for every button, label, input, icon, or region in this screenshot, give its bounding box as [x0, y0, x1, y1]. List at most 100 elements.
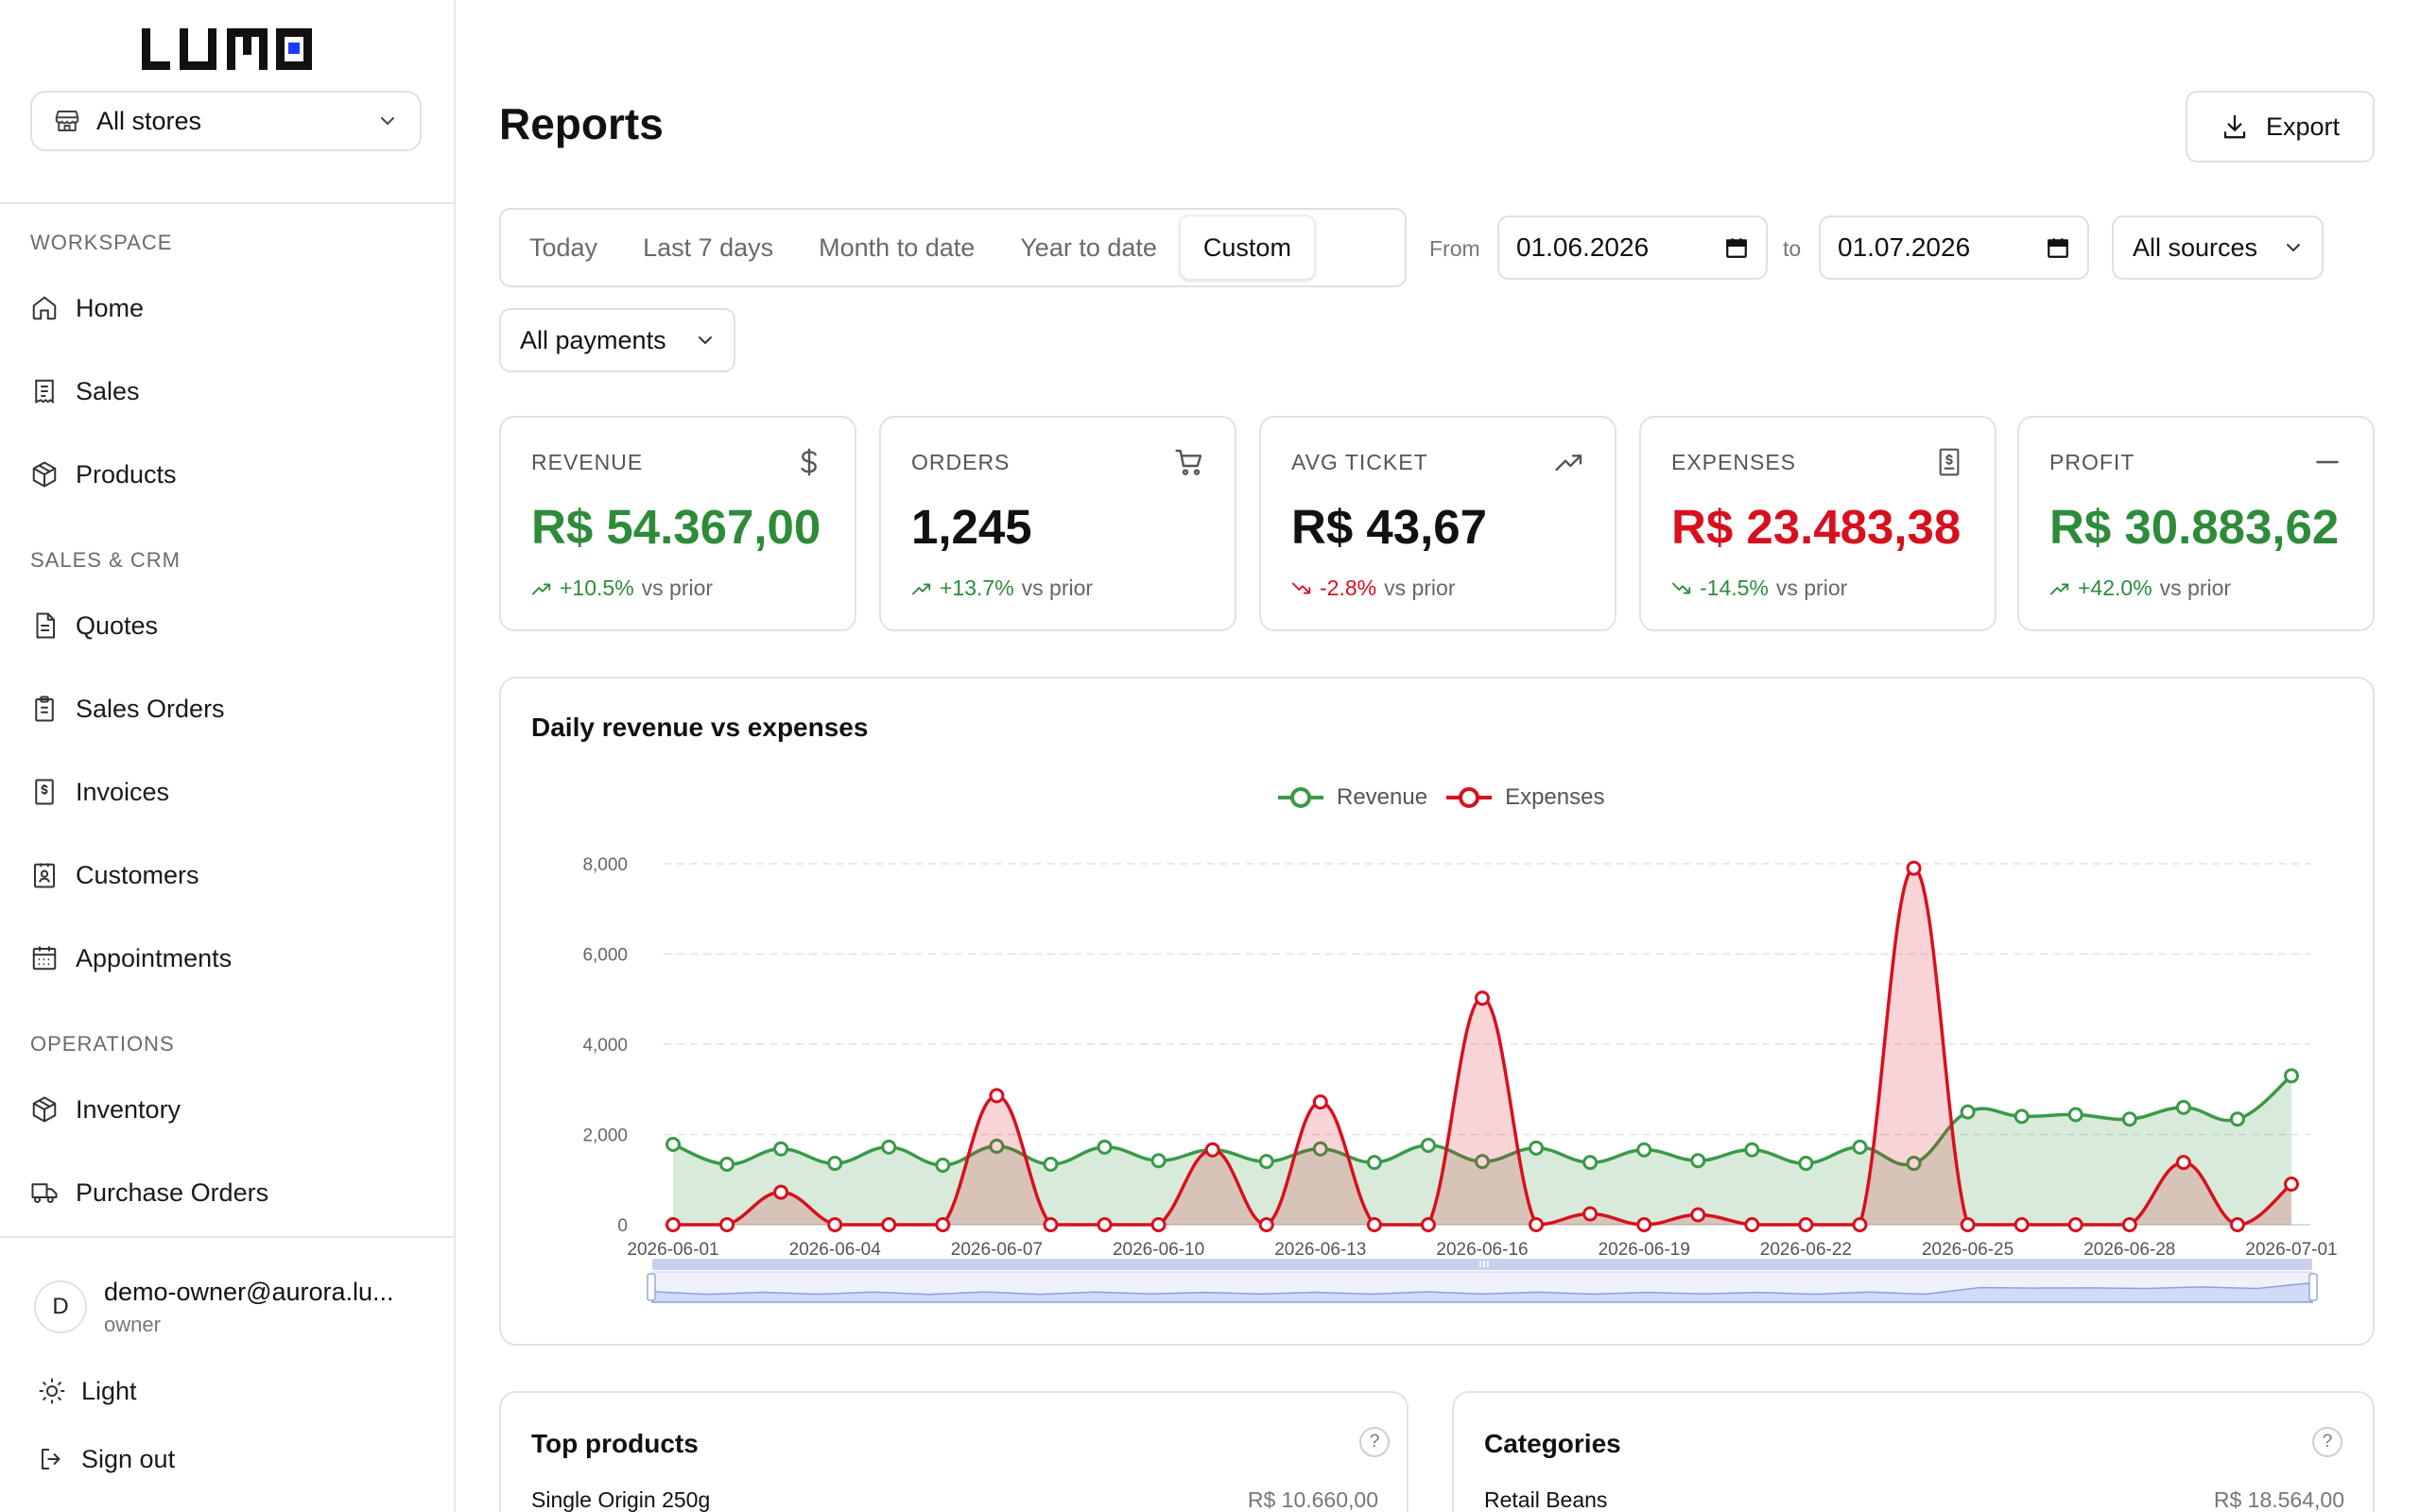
- theme-toggle-label: Light: [81, 1376, 137, 1405]
- expenses-point: [2121, 1217, 2137, 1232]
- sidebar: All stores WORKSPACE Home Sales Products…: [0, 0, 456, 1512]
- revenue-point: [2284, 1068, 2299, 1084]
- category-row-name: Retail Beans: [1484, 1487, 1608, 1512]
- range-custom[interactable]: Custom: [1179, 215, 1315, 280]
- sidebar-item-appointments[interactable]: Appointments: [30, 936, 427, 981]
- revenue-point: [666, 1137, 681, 1153]
- section-title-operations: OPERATIONS: [30, 1032, 175, 1056]
- sidebar-item-purchase-orders[interactable]: Purchase Orders: [30, 1170, 427, 1215]
- sign-out-label: Sign out: [81, 1444, 176, 1473]
- legend-item-expenses[interactable]: Expenses: [1444, 784, 1604, 811]
- sidebar-item-products[interactable]: Products: [30, 452, 427, 497]
- revenue-point: [1798, 1156, 1814, 1172]
- lumo-logo[interactable]: [142, 28, 312, 70]
- trend-up-icon: [531, 583, 551, 594]
- sidebar-item-label: Invoices: [76, 777, 170, 806]
- sidebar-item-sales-orders[interactable]: Sales Orders: [30, 686, 427, 731]
- payments-select-label: All payments: [520, 325, 666, 354]
- range-last-7-days[interactable]: Last 7 days: [620, 215, 796, 280]
- revenue-point: [1690, 1153, 1706, 1169]
- expenses-point: [1690, 1207, 1706, 1223]
- sidebar-item-label: Products: [76, 459, 177, 489]
- revenue-point: [1258, 1154, 1274, 1170]
- y-tick-label: 6,000: [582, 946, 628, 966]
- revenue-point: [1420, 1137, 1436, 1153]
- sidebar-item-customers[interactable]: Customers: [30, 852, 427, 898]
- kpi-label: EXPENSES: [1671, 449, 1796, 474]
- sidebar-item-sales[interactable]: Sales: [30, 369, 427, 414]
- revenue-expenses-chart[interactable]: 0 2,000 4,000 6,000 8,000 2026-06-01 2026-06-0…: [501, 679, 2373, 1344]
- range-month-to-date[interactable]: Month to date: [796, 215, 997, 280]
- sidebar-item-inventory[interactable]: Inventory: [30, 1087, 427, 1132]
- expenses-point: [2067, 1217, 2083, 1232]
- revenue-point: [1960, 1104, 1976, 1120]
- revenue-expenses-chart-card: Daily revenue vs expenses 0 2,000 4,000 6,0…: [499, 677, 2375, 1346]
- page-title: Reports: [499, 99, 664, 148]
- kpi-value: R$ 23.483,38: [1671, 500, 1962, 554]
- y-tick-label: 8,000: [582, 855, 628, 875]
- revenue-point: [1852, 1139, 1868, 1155]
- revenue-point: [2014, 1108, 2030, 1125]
- home-icon: [32, 296, 57, 320]
- expenses-point: [1420, 1217, 1436, 1232]
- sidebar-item-label: Sales: [76, 376, 140, 405]
- sources-select[interactable]: All sources: [2112, 215, 2324, 280]
- legend-item-revenue[interactable]: Revenue: [1276, 784, 1427, 811]
- dollar-icon: [801, 448, 817, 476]
- store-select-label: All stores: [96, 106, 202, 135]
- x-tick-label: 2026-06-16: [1436, 1240, 1528, 1260]
- expenses-point: [2014, 1217, 2030, 1232]
- section-title-sales-crm: SALES & CRM: [30, 548, 181, 572]
- trend-up-icon: [2049, 583, 2069, 594]
- range-today[interactable]: Today: [507, 215, 620, 280]
- invoice-icon: [35, 779, 54, 805]
- user-email: demo-owner@aurora.lu...: [104, 1277, 394, 1306]
- from-date-input[interactable]: 01.06.2026: [1497, 215, 1768, 280]
- sidebar-item-invoices[interactable]: Invoices: [30, 769, 427, 815]
- x-tick-label: 2026-06-25: [1922, 1240, 2014, 1260]
- legend-marker-expenses: [1446, 787, 1493, 808]
- revenue-point: [1043, 1157, 1059, 1173]
- revenue-point: [2229, 1111, 2245, 1127]
- revenue-point: [1582, 1155, 1599, 1171]
- sidebar-item-home[interactable]: Home: [30, 285, 427, 331]
- expenses-point: [1960, 1217, 1976, 1232]
- theme-toggle[interactable]: Light: [38, 1370, 137, 1412]
- revenue-point: [935, 1157, 951, 1173]
- expenses-point: [1475, 990, 1490, 1006]
- kpi-label: AVG TICKET: [1291, 449, 1428, 474]
- from-date-value: 01.06.2026: [1516, 232, 1650, 262]
- document-icon: [36, 612, 55, 639]
- kpi-label: PROFIT: [2049, 449, 2135, 474]
- product-row-name: Single Origin 250g: [531, 1487, 711, 1512]
- sidebar-item-label: Inventory: [76, 1094, 182, 1124]
- export-button[interactable]: Export: [2186, 91, 2375, 163]
- trend-up-icon: [911, 583, 931, 594]
- store-select[interactable]: All stores: [30, 91, 422, 151]
- zoom-handle-left[interactable]: [647, 1273, 656, 1301]
- sources-select-label: All sources: [2133, 232, 2258, 262]
- range-year-to-date[interactable]: Year to date: [997, 215, 1180, 280]
- revenue-point: [1366, 1155, 1382, 1171]
- zoom-handle-right[interactable]: [2308, 1273, 2318, 1301]
- expenses-point: [1312, 1094, 1328, 1110]
- kpi-value: R$ 43,67: [1291, 500, 1487, 554]
- download-icon: [2223, 114, 2246, 139]
- sign-out-button[interactable]: Sign out: [38, 1438, 175, 1480]
- payments-select[interactable]: All payments: [499, 308, 735, 372]
- revenue-point: [827, 1156, 843, 1172]
- categories-title: Categories: [1484, 1429, 1621, 1458]
- user-menu[interactable]: D demo-owner@aurora.lu... owner: [34, 1274, 422, 1340]
- top-products-card: Top products ? Single Origin 250g R$ 10.…: [499, 1391, 1409, 1512]
- chevron-down-icon: [381, 117, 394, 126]
- expenses-point: [935, 1217, 951, 1232]
- help-icon[interactable]: ?: [1359, 1427, 1390, 1457]
- x-tick-label: 2026-06-19: [1599, 1240, 1690, 1260]
- sidebar-item-label: Home: [76, 293, 145, 322]
- sidebar-item-quotes[interactable]: Quotes: [30, 603, 427, 648]
- revenue-point: [773, 1141, 789, 1157]
- help-icon[interactable]: ?: [2312, 1427, 2342, 1457]
- expenses-point: [1043, 1217, 1059, 1232]
- kpi-card-revenue: REVENUE R$ 54.367,00 +10.5% vs prior: [499, 416, 856, 631]
- to-date-input[interactable]: 01.07.2026: [1819, 215, 2089, 280]
